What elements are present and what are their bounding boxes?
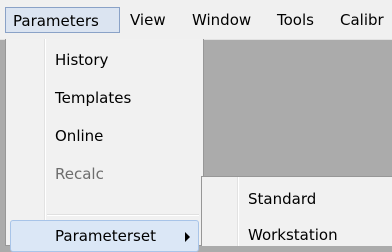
menu-item-history[interactable]: History xyxy=(55,45,108,75)
menu-bar: Parameters View Window Tools Calibr xyxy=(0,0,392,40)
menu-item-recalc: Recalc xyxy=(55,165,104,183)
parameters-dropdown: History Templates Online Recalc Paramete… xyxy=(5,39,204,252)
menu-view[interactable]: View xyxy=(130,7,166,33)
parameterset-submenu: Standard Workstation xyxy=(201,176,392,246)
menu-window[interactable]: Window xyxy=(192,7,251,33)
menu-parameters[interactable]: Parameters xyxy=(5,7,120,33)
menu-gutter-highlight xyxy=(45,39,46,245)
submenu-arrow-icon xyxy=(185,232,190,242)
menu-item-parameterset-label: Parameterset xyxy=(55,227,156,245)
submenu-gutter-highlight xyxy=(238,177,239,246)
menu-item-templates[interactable]: Templates xyxy=(55,83,131,113)
menu-calibr[interactable]: Calibr xyxy=(340,7,384,33)
menu-separator-highlight xyxy=(47,215,199,216)
menu-tools[interactable]: Tools xyxy=(277,7,314,33)
submenu-item-standard[interactable]: Standard xyxy=(248,184,316,214)
menu-item-online[interactable]: Online xyxy=(55,121,103,151)
menu-item-parameterset[interactable]: Parameterset xyxy=(10,220,199,252)
